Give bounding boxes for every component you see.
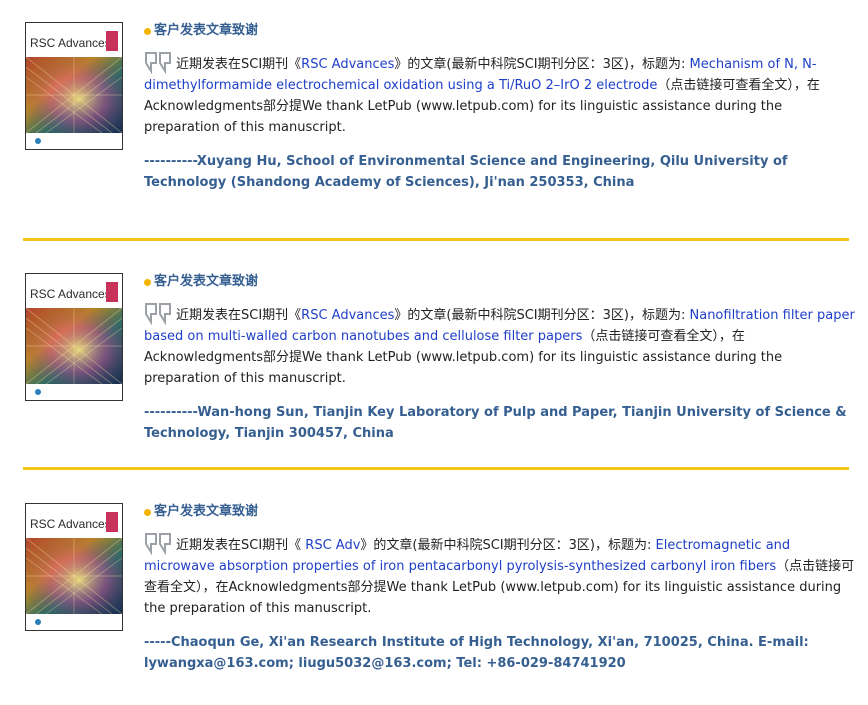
heading-text: 客户发表文章致谢 xyxy=(154,504,259,519)
intro-text-2: 》的文章(最新中科院SCI期刊分区：3区)，标题为: xyxy=(394,57,690,72)
intro-text-2: 》的文章(最新中科院SCI期刊分区：3区)，标题为: xyxy=(360,538,656,553)
intro-text: 近期发表在SCI期刊《 xyxy=(176,538,306,553)
divider xyxy=(23,467,849,470)
bullet-dot-icon xyxy=(144,508,151,516)
quote-icon xyxy=(145,303,171,325)
journal-cover[interactable]: RSC Advances xyxy=(25,22,123,150)
entry-body: 客户发表文章致谢 近期发表在SCI期刊《RSC Advances》的文章(最新中… xyxy=(144,22,856,193)
entry-body: 客户发表文章致谢 近期发表在SCI期刊《 RSC Adv》的文章(最新中科院SC… xyxy=(144,503,856,674)
intro-text-2: 》的文章(最新中科院SCI期刊分区：3区)，标题为: xyxy=(394,308,690,323)
quote-icon xyxy=(145,533,171,555)
entry-heading: 客户发表文章致谢 xyxy=(144,273,856,291)
entry-paragraph: 近期发表在SCI期刊《RSC Advances》的文章(最新中科院SCI期刊分区… xyxy=(144,50,856,138)
author-info: -----Chaoqun Ge, Xi'an Research Institut… xyxy=(144,635,809,671)
cover-title: RSC Advances xyxy=(30,36,111,50)
divider xyxy=(23,238,849,241)
cover-title: RSC Advances xyxy=(30,287,111,301)
journal-link[interactable]: RSC Advances xyxy=(301,308,394,323)
heading-text: 客户发表文章致谢 xyxy=(154,23,259,38)
bullet-dot-icon xyxy=(144,278,151,286)
quote-icon xyxy=(145,52,171,74)
entry-heading: 客户发表文章致谢 xyxy=(144,22,856,40)
bullet-dot-icon xyxy=(144,27,151,35)
author-info: ----------Xuyang Hu, School of Environme… xyxy=(144,154,788,190)
heading-text: 客户发表文章致谢 xyxy=(154,274,259,289)
entry-heading: 客户发表文章致谢 xyxy=(144,503,856,521)
intro-text: 近期发表在SCI期刊《 xyxy=(176,57,302,72)
intro-text: 近期发表在SCI期刊《 xyxy=(176,308,302,323)
entry-body: 客户发表文章致谢 近期发表在SCI期刊《RSC Advances》的文章(最新中… xyxy=(144,273,856,444)
journal-cover[interactable]: RSC Advances xyxy=(25,503,123,631)
author-info: ----------Wan-hong Sun, Tianjin Key Labo… xyxy=(144,405,847,441)
journal-link[interactable]: RSC Advances xyxy=(301,57,394,72)
cover-title: RSC Advances xyxy=(30,517,111,531)
entry-paragraph: 近期发表在SCI期刊《 RSC Adv》的文章(最新中科院SCI期刊分区：3区)… xyxy=(144,531,856,619)
entry-paragraph: 近期发表在SCI期刊《RSC Advances》的文章(最新中科院SCI期刊分区… xyxy=(144,301,856,389)
journal-link[interactable]: RSC Adv xyxy=(305,538,360,553)
journal-cover[interactable]: RSC Advances xyxy=(25,273,123,401)
